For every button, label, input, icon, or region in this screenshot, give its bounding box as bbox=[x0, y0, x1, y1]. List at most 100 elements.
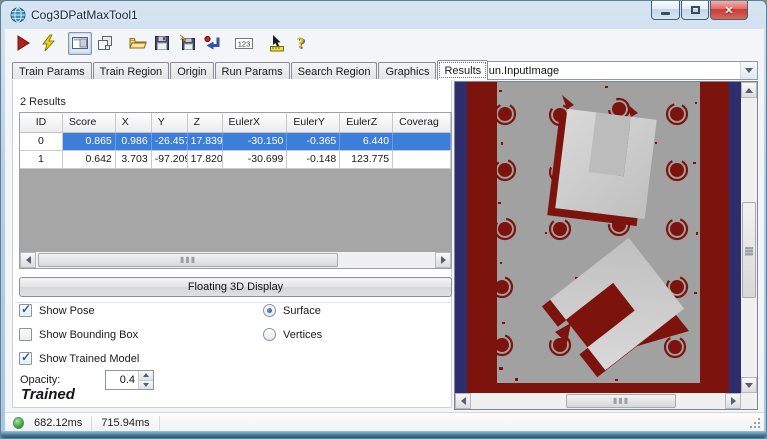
checkbox-1[interactable]: ✓ bbox=[19, 328, 32, 341]
numeric-results-button[interactable]: 123 bbox=[232, 32, 256, 55]
scrollbar-thumb[interactable]: ▬▬▬ bbox=[742, 202, 756, 298]
tab-label: Graphics bbox=[385, 66, 429, 78]
scroll-right-button[interactable] bbox=[435, 252, 451, 268]
spin-up-button[interactable] bbox=[139, 371, 153, 381]
cell-eulery: -0.365 bbox=[287, 133, 340, 150]
numeric-results-icon: 123 bbox=[234, 34, 254, 52]
save-button[interactable] bbox=[150, 32, 174, 55]
reset-arrow-icon bbox=[203, 34, 222, 52]
run-button[interactable] bbox=[11, 32, 35, 55]
opacity-spinner[interactable]: 0.4 bbox=[105, 370, 154, 390]
tab-origin[interactable]: Origin bbox=[170, 62, 213, 80]
table-row-0[interactable]: 0 0.865 0.986 -26.457 17.839 -30.150 -0.… bbox=[20, 133, 451, 151]
tab-run-params[interactable]: Run Params bbox=[215, 62, 290, 80]
opacity-label-row: Opacity: bbox=[20, 374, 60, 386]
cell-eulerx: -30.150 bbox=[223, 133, 288, 150]
column-header[interactable]: ID bbox=[20, 113, 63, 132]
save-icon bbox=[153, 34, 171, 52]
show-display-button[interactable] bbox=[68, 32, 92, 55]
arrow-down-icon bbox=[143, 383, 149, 387]
tab-train-region[interactable]: Train Region bbox=[93, 62, 170, 80]
radio-1[interactable] bbox=[263, 328, 276, 341]
cascade-windows-icon bbox=[96, 34, 114, 52]
save-results-button[interactable] bbox=[175, 32, 199, 55]
checkbox-2[interactable]: ✓ bbox=[19, 352, 32, 365]
chevron-down-icon bbox=[745, 68, 753, 73]
arrow-left-icon bbox=[461, 397, 466, 405]
toolbar: 123 ? ? bbox=[5, 29, 764, 57]
column-header[interactable]: Score bbox=[63, 113, 116, 132]
checkbox-row-show-trained-model[interactable]: ✓ Show Trained Model bbox=[19, 352, 139, 365]
maximize-button[interactable] bbox=[681, 1, 709, 20]
record-selector-combobox[interactable]: LastRun.InputImage bbox=[455, 61, 758, 80]
column-header[interactable]: EulerZ bbox=[340, 113, 393, 132]
table-row-1[interactable]: 1 0.642 3.703 -97.209 17.820 -30.699 -0.… bbox=[20, 151, 451, 169]
tab-train-params[interactable]: Train Params bbox=[12, 62, 92, 80]
scroll-left-button[interactable] bbox=[20, 252, 36, 268]
run-electric-button[interactable] bbox=[36, 32, 60, 55]
tab-graphics[interactable]: Graphics bbox=[378, 62, 436, 80]
column-header[interactable]: X bbox=[116, 113, 152, 132]
column-header[interactable]: EulerX bbox=[223, 113, 288, 132]
image-display-panel: ▬▬▬ ▮▮▮ bbox=[454, 81, 758, 410]
scrollbar-corner bbox=[741, 393, 757, 409]
selected-record: LastRun.InputImage bbox=[456, 65, 740, 77]
column-header[interactable]: EulerY bbox=[287, 113, 340, 132]
tab-label: Train Region bbox=[100, 66, 163, 78]
tab-label: Run Params bbox=[222, 66, 283, 78]
window-title: Cog3DPatMaxTool1 bbox=[31, 8, 138, 22]
checkbox-row-show-pose[interactable]: ✓ Show Pose bbox=[19, 304, 95, 317]
tab-search-region[interactable]: Search Region bbox=[291, 62, 378, 80]
scrollbar-thumb[interactable]: ▮▮▮ bbox=[38, 253, 338, 267]
floating-3d-display-button[interactable]: Floating 3D Display bbox=[19, 277, 452, 297]
radio-0[interactable] bbox=[263, 304, 276, 317]
tab-results[interactable]: Results bbox=[437, 60, 488, 80]
scrollbar-thumb[interactable]: ▮▮▮ bbox=[566, 394, 676, 408]
help-button[interactable]: ? ? bbox=[289, 32, 313, 55]
lightning-icon bbox=[39, 34, 57, 52]
image-horizontal-scrollbar[interactable]: ▮▮▮ bbox=[455, 393, 741, 409]
open-file-button[interactable] bbox=[125, 32, 149, 55]
column-header[interactable]: Coverag bbox=[393, 113, 451, 132]
opacity-label: Opacity: bbox=[20, 374, 60, 386]
scroll-up-button[interactable] bbox=[741, 82, 757, 98]
radio-label: Surface bbox=[283, 305, 321, 317]
checkbox-0[interactable]: ✓ bbox=[19, 304, 32, 317]
separator bbox=[91, 416, 92, 431]
scroll-left-button[interactable] bbox=[455, 393, 471, 409]
input-image-view[interactable] bbox=[455, 82, 741, 393]
spin-down-button[interactable] bbox=[139, 381, 153, 390]
checkbox-row-show-bounding-box[interactable]: ✓ Show Bounding Box bbox=[19, 328, 138, 341]
cell-x: 0.986 bbox=[116, 133, 152, 150]
opacity-value[interactable]: 0.4 bbox=[106, 371, 138, 389]
column-header[interactable]: Z bbox=[188, 113, 223, 132]
column-header[interactable]: Y bbox=[152, 113, 188, 132]
title-bar[interactable]: Cog3DPatMaxTool1 ✕ bbox=[1, 1, 766, 29]
tab-label: Train Params bbox=[19, 66, 85, 78]
table-horizontal-scrollbar[interactable]: ▮▮▮ bbox=[20, 252, 451, 268]
image-vertical-scrollbar[interactable]: ▬▬▬ bbox=[741, 82, 757, 393]
minimize-button[interactable] bbox=[651, 1, 680, 20]
measure-button[interactable] bbox=[264, 32, 288, 55]
scroll-down-button[interactable] bbox=[741, 377, 757, 393]
resize-grip[interactable] bbox=[750, 418, 762, 430]
cell-id: 0 bbox=[20, 133, 63, 150]
tab-label: Search Region bbox=[298, 66, 371, 78]
cell-z: 17.820 bbox=[188, 151, 223, 168]
tab-label: Origin bbox=[177, 66, 206, 78]
radio-row-surface[interactable]: Surface bbox=[263, 304, 321, 317]
cell-eulerx: -30.699 bbox=[223, 151, 288, 168]
radio-row-vertices[interactable]: Vertices bbox=[263, 328, 322, 341]
cell-coverage bbox=[393, 151, 451, 168]
tab-label: Results bbox=[444, 65, 481, 77]
measure-ruler-icon bbox=[267, 34, 286, 52]
checkbox-label: Show Pose bbox=[39, 305, 95, 317]
cascade-displays-button[interactable] bbox=[93, 32, 117, 55]
results-table[interactable]: ID Score X Y Z EulerX EulerY EulerZ Cove… bbox=[19, 112, 452, 269]
cell-x: 3.703 bbox=[116, 151, 152, 168]
scroll-right-button[interactable] bbox=[725, 393, 741, 409]
reset-button[interactable] bbox=[200, 32, 224, 55]
close-button[interactable]: ✕ bbox=[710, 1, 748, 20]
separator bbox=[15, 302, 451, 303]
combo-dropdown-button[interactable] bbox=[740, 62, 757, 79]
